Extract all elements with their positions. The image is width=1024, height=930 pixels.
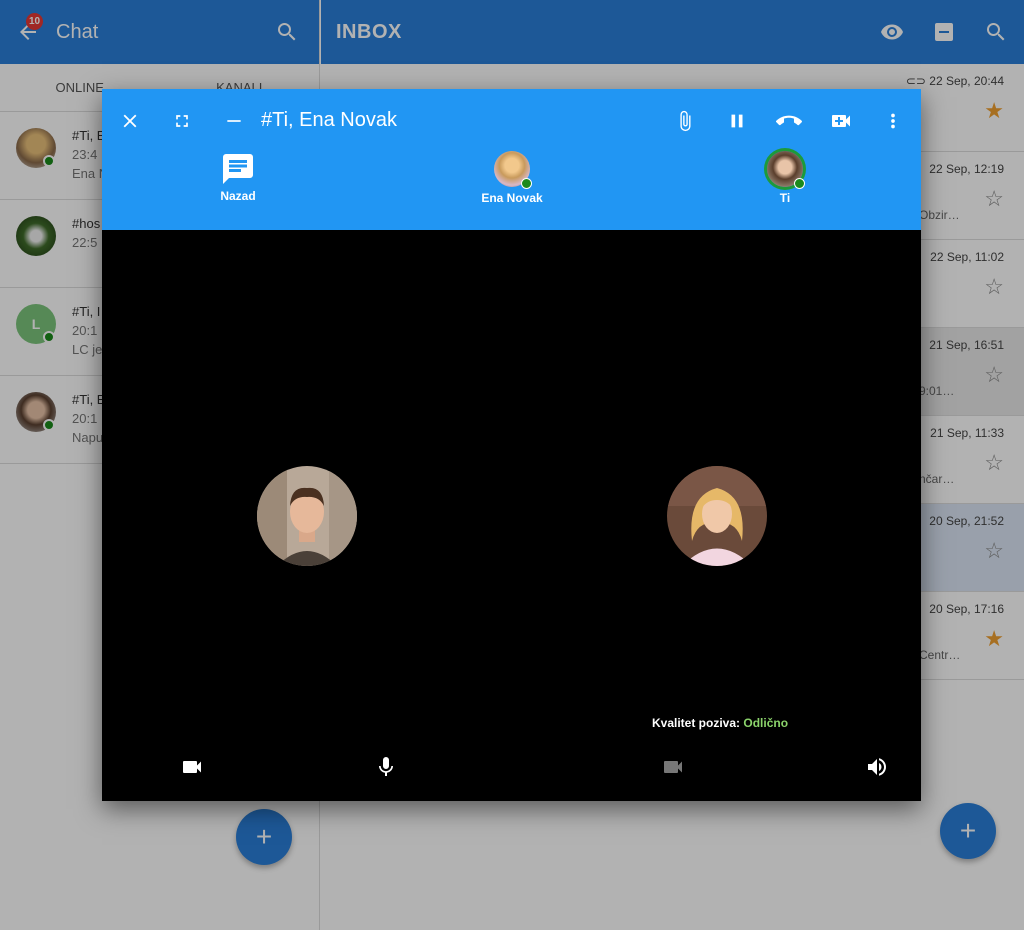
call-end-icon [776, 115, 802, 126]
more-options-button[interactable] [873, 101, 913, 141]
minimize-button[interactable] [214, 101, 254, 141]
avatar [494, 151, 532, 189]
call-quality: Kvalitet poziva: Odlično [652, 716, 788, 730]
remote-video-avatar [667, 466, 767, 566]
participant-label: Ti [779, 191, 791, 205]
chat-icon [223, 154, 253, 184]
call-quality-label: Kvalitet poziva: [652, 716, 741, 730]
call-title: #Ti, Ena Novak [261, 109, 397, 131]
man-portrait-icon [257, 466, 357, 566]
call-quality-value: Odlično [743, 716, 789, 730]
participant-label: Nazad [220, 189, 256, 203]
fullscreen-button[interactable] [162, 101, 202, 141]
paperclip-icon [680, 110, 691, 132]
woman-portrait-icon [667, 466, 767, 566]
volume-up-icon [868, 758, 886, 776]
pause-icon [731, 114, 743, 128]
participant-label: Ena Novak [481, 191, 543, 205]
videocam-icon [183, 761, 201, 773]
toggle-speaker-button[interactable] [861, 751, 893, 783]
participants-bar: Nazad Ena Novak Ti [102, 151, 921, 230]
close-button[interactable] [110, 101, 150, 141]
hang-up-button[interactable] [769, 101, 809, 141]
remote-camera-indicator [657, 751, 689, 783]
more-vert-icon [891, 113, 895, 129]
online-indicator [521, 178, 532, 189]
videocam-icon [664, 761, 682, 773]
toggle-camera-button[interactable] [176, 751, 208, 783]
minimize-icon [227, 120, 241, 122]
toggle-mic-button[interactable] [370, 751, 402, 783]
avatar [767, 151, 805, 189]
fullscreen-icon [176, 115, 188, 127]
local-video-avatar [257, 466, 357, 566]
add-video-button[interactable] [821, 101, 861, 141]
attach-button[interactable] [665, 101, 705, 141]
online-indicator [794, 178, 805, 189]
video-call-add-icon [832, 115, 850, 127]
participant-ena-novak[interactable]: Ena Novak [452, 151, 572, 205]
video-call-dialog: #Ti, Ena Novak Nazad Ena Novak Ti Kvalit… [102, 89, 921, 801]
hold-button[interactable] [717, 101, 757, 141]
participant-ti[interactable]: Ti [725, 151, 845, 205]
close-icon [123, 114, 137, 128]
back-to-chat[interactable]: Nazad [178, 151, 298, 203]
call-header: #Ti, Ena Novak Nazad Ena Novak Ti [102, 89, 921, 230]
mic-icon [379, 757, 393, 776]
